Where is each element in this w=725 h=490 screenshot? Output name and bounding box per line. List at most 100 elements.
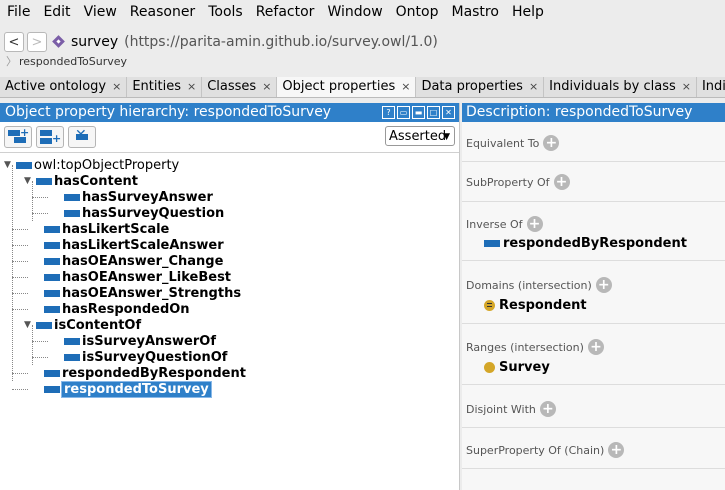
- tree-node[interactable]: isSurveyQuestionOf: [64, 349, 227, 365]
- close-icon[interactable]: ×: [112, 77, 121, 97]
- section-inverse-of: Inverse Of +: [466, 216, 724, 232]
- tree-node[interactable]: hasSurveyAnswer: [64, 189, 213, 205]
- add-equivalent-button[interactable]: +: [543, 135, 560, 151]
- description-panel: Description: respondedToSurvey Equivalen…: [462, 103, 725, 490]
- tree-connector: [12, 165, 13, 381]
- expand-triangle-icon[interactable]: ▼: [4, 160, 16, 170]
- object-property-icon: [44, 241, 60, 249]
- tree-connector: [12, 277, 28, 278]
- panel-header: Object property hierarchy: respondedToSu…: [0, 103, 459, 122]
- menu-edit[interactable]: Edit: [36, 0, 76, 24]
- menu-window[interactable]: Window: [320, 0, 388, 24]
- divider: [462, 427, 725, 428]
- range-entry[interactable]: Survey: [484, 360, 550, 375]
- tab-label: Active ontology: [5, 79, 107, 94]
- add-range-button[interactable]: +: [587, 339, 604, 355]
- hierarchy-view-select[interactable]: Asserted ▼: [385, 126, 455, 146]
- panel-window-controls: ? ▭ ▬ □ ✕: [382, 106, 455, 119]
- menu-tools[interactable]: Tools: [201, 0, 249, 24]
- tree-connector: [12, 261, 28, 262]
- tree-node[interactable]: ▼ owl:topObjectProperty: [4, 157, 179, 173]
- tree-node[interactable]: hasSurveyQuestion: [64, 205, 224, 221]
- add-sibling-property-button[interactable]: +: [36, 126, 64, 148]
- close-icon[interactable]: ×: [682, 77, 691, 97]
- delete-property-button[interactable]: ✕: [68, 126, 96, 148]
- menu-reasoner[interactable]: Reasoner: [123, 0, 201, 24]
- node-label: owl:topObjectProperty: [34, 157, 180, 173]
- menu-file[interactable]: File: [0, 0, 36, 24]
- tree-node[interactable]: hasOEAnswer_LikeBest: [44, 269, 231, 285]
- close-icon[interactable]: ×: [187, 77, 196, 97]
- minimize-icon[interactable]: ▬: [412, 106, 425, 119]
- tab-label: Individuals by class: [549, 79, 676, 94]
- hierarchy-toolbar: + + ✕ Asserted ▼: [0, 122, 459, 152]
- tree-node[interactable]: hasOEAnswer_Change: [44, 253, 223, 269]
- tree-connector: [32, 341, 48, 342]
- close-icon[interactable]: ×: [401, 77, 410, 97]
- property-icon: [8, 130, 20, 136]
- tab-active-ontology[interactable]: Active ontology ×: [0, 77, 128, 97]
- back-button[interactable]: <: [4, 32, 24, 52]
- tab-entities[interactable]: Entities ×: [127, 77, 203, 97]
- add-sub-property-button[interactable]: +: [4, 126, 32, 148]
- section-label: Inverse Of: [466, 217, 523, 231]
- section-superproperty-chain: SuperProperty Of (Chain) +: [466, 442, 724, 458]
- tree-node[interactable]: hasLikertScale: [44, 221, 169, 237]
- node-label: hasLikertScaleAnswer: [62, 237, 224, 253]
- domain-entry[interactable]: Respondent: [484, 298, 587, 313]
- chevron-down-icon: ▼: [443, 132, 450, 142]
- tree-node[interactable]: hasOEAnswer_Strengths: [44, 285, 241, 301]
- tab-individual-hierarchy[interactable]: Individual Hi: [697, 77, 725, 97]
- tree-node[interactable]: isSurveyAnswerOf: [64, 333, 216, 349]
- add-inverse-button[interactable]: +: [526, 216, 543, 232]
- tab-individuals-by-class[interactable]: Individuals by class ×: [544, 77, 697, 97]
- property-icon: [40, 130, 52, 136]
- section-disjoint-with: Disjoint With +: [466, 401, 724, 417]
- section-subproperty-of: SubProperty Of +: [466, 174, 724, 190]
- object-property-icon: [44, 225, 60, 233]
- maximize-icon[interactable]: □: [427, 106, 440, 119]
- menu-view[interactable]: View: [77, 0, 123, 24]
- tree-node[interactable]: hasLikertScaleAnswer: [44, 237, 224, 253]
- close-icon[interactable]: ×: [262, 77, 271, 97]
- menu-refactor[interactable]: Refactor: [249, 0, 321, 24]
- node-label: hasSurveyQuestion: [82, 205, 225, 221]
- tab-data-properties[interactable]: Data properties ×: [416, 77, 545, 97]
- tree-node[interactable]: ▼ isContentOf: [24, 317, 141, 333]
- expand-triangle-icon[interactable]: ▼: [24, 320, 36, 330]
- section-domains: Domains (intersection) +: [466, 277, 724, 293]
- menu-help[interactable]: Help: [505, 0, 550, 24]
- breadcrumb-item[interactable]: respondedToSurvey: [19, 55, 127, 68]
- tab-label: Object properties: [282, 79, 396, 94]
- close-icon[interactable]: ×: [529, 77, 538, 97]
- object-property-icon: [44, 369, 60, 377]
- tree-node[interactable]: respondedByRespondent: [44, 365, 246, 381]
- inverse-property-entry[interactable]: respondedByRespondent: [484, 236, 687, 251]
- add-domain-button[interactable]: +: [595, 277, 612, 293]
- restore-icon[interactable]: ▭: [397, 106, 410, 119]
- tree-connector: [32, 357, 48, 358]
- add-chain-button[interactable]: +: [608, 442, 625, 458]
- node-label: respondedByRespondent: [62, 365, 246, 381]
- menu-mastro[interactable]: Mastro: [444, 0, 504, 24]
- node-label: respondedToSurvey: [61, 380, 212, 398]
- menu-bar: File Edit View Reasoner Tools Refactor W…: [0, 0, 725, 24]
- tree-node[interactable]: ▼ hasContent: [24, 173, 138, 189]
- defined-class-icon: [484, 300, 495, 311]
- tree-node[interactable]: hasRespondedOn: [44, 301, 190, 317]
- close-icon[interactable]: ✕: [442, 106, 455, 119]
- tab-classes[interactable]: Classes ×: [202, 77, 278, 97]
- tab-bar: Active ontology × Entities × Classes × Obje…: [0, 77, 725, 98]
- tree-connector: [12, 309, 28, 310]
- tree-node-selected[interactable]: respondedToSurvey: [44, 380, 212, 398]
- add-disjoint-button[interactable]: +: [539, 401, 556, 417]
- menu-ontop[interactable]: Ontop: [389, 0, 445, 24]
- tab-label: Classes: [207, 79, 257, 94]
- tree-connector: [12, 293, 28, 294]
- help-icon[interactable]: ?: [382, 106, 395, 119]
- forward-button[interactable]: >: [27, 32, 47, 52]
- add-subproperty-button[interactable]: +: [553, 174, 570, 190]
- divider: [462, 384, 725, 385]
- tab-object-properties[interactable]: Object properties ×: [277, 77, 417, 97]
- expand-triangle-icon[interactable]: ▼: [24, 176, 36, 186]
